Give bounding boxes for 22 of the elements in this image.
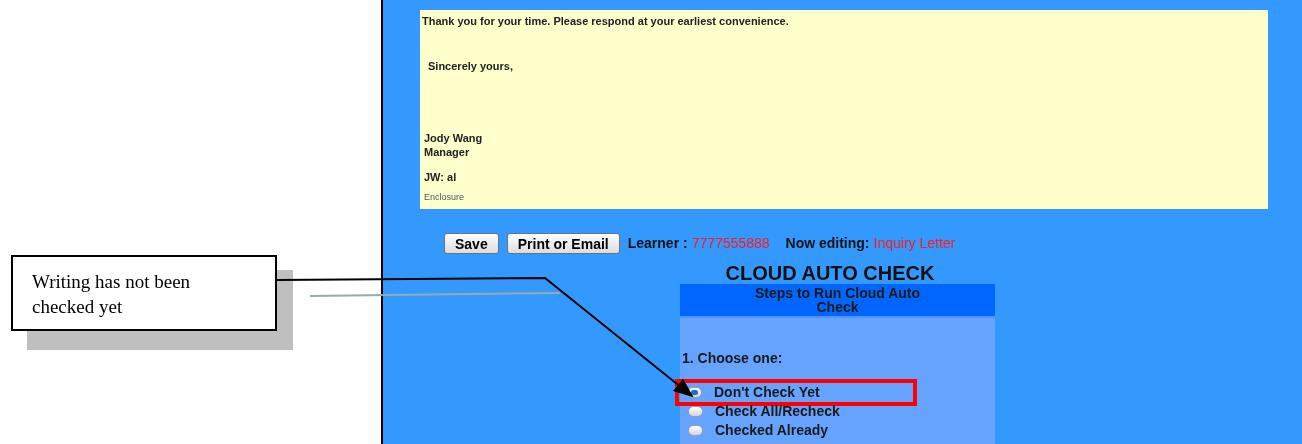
callout-text: Writing has not been checked yet (32, 270, 192, 319)
document-name: Inquiry Letter (873, 234, 956, 253)
letter-text: Manager (424, 144, 471, 159)
option-label: Don't Check Yet (714, 383, 820, 402)
letter-text: Jody Wang (424, 130, 484, 145)
option-label: Checked Already (715, 421, 829, 440)
letter-text: JW: al (424, 169, 458, 185)
toolbar-button[interactable]: Save (444, 233, 499, 254)
letter-text: Sincerely yours, (428, 59, 514, 74)
learner-id: 7777555888 (691, 234, 770, 253)
step-label: 1. Choose one: (682, 349, 784, 368)
section-title: CLOUD AUTO CHECK (725, 262, 935, 284)
toolbar-button[interactable]: Print or Email (506, 233, 620, 254)
editing-label: Now editing: (785, 234, 870, 253)
letter-text: Thank you for your time. Please respond at your earliest convenience. (422, 14, 790, 28)
letter-text: Enclosure (424, 191, 466, 204)
learner-label: Learner : (627, 234, 688, 253)
radio-button[interactable] (688, 425, 703, 436)
option-label: Check All/Recheck (715, 402, 840, 421)
steps-header: Steps to Run Cloud Auto Check (680, 284, 995, 318)
radio-button[interactable] (688, 406, 703, 417)
radio-button[interactable] (687, 387, 702, 398)
